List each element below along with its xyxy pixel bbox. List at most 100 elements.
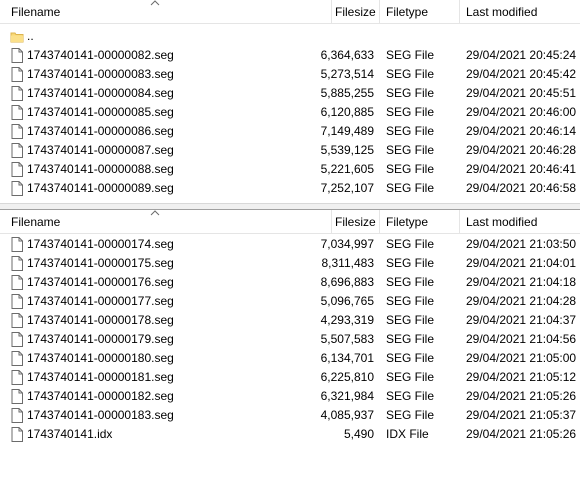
sort-ascending-icon [150, 210, 160, 216]
file-modified: 29/04/2021 20:46:28 [466, 143, 577, 157]
file-size: 6,225,810 [320, 370, 374, 384]
file-row[interactable]: 1743740141-00000087.seg 5,539,125 SEG File… [0, 141, 580, 160]
file-row[interactable]: 1743740141-00000178.seg 4,293,319 SEG File… [0, 311, 580, 330]
file-modified: 29/04/2021 21:04:28 [466, 294, 577, 308]
file-size: 4,293,319 [320, 313, 374, 327]
column-divider[interactable] [459, 0, 460, 24]
column-divider[interactable] [379, 210, 380, 234]
file-size: 8,311,483 [321, 256, 375, 270]
file-name: 1743740141-00000181.seg [27, 370, 174, 384]
file-row[interactable]: 1743740141-00000089.seg 7,252,107 SEG File… [0, 179, 580, 198]
file-name: 1743740141-00000183.seg [27, 408, 174, 422]
file-row[interactable]: 1743740141-00000182.seg 6,321,984 SEG File… [0, 387, 580, 406]
file-icon [11, 67, 23, 82]
column-header-row: Filename Filesize Filetype Last modified [0, 210, 580, 234]
file-modified: 29/04/2021 20:45:24 [466, 48, 577, 62]
file-size: 5,096,765 [320, 294, 374, 308]
file-icon [11, 408, 23, 423]
empty-area [0, 450, 580, 492]
file-type: SEG File [386, 237, 435, 251]
file-type: SEG File [386, 124, 435, 138]
parent-directory-label: .. [27, 29, 34, 43]
file-modified: 29/04/2021 21:05:26 [466, 427, 577, 441]
file-modified: 29/04/2021 21:05:00 [466, 351, 577, 365]
file-size: 7,252,107 [320, 181, 374, 195]
column-header-filename[interactable]: Filename [11, 0, 60, 24]
file-modified: 29/04/2021 21:04:01 [466, 256, 577, 270]
column-header-filetype[interactable]: Filetype [386, 210, 428, 234]
file-name: 1743740141-00000085.seg [27, 105, 174, 119]
file-icon [11, 181, 23, 196]
file-name: 1743740141-00000088.seg [27, 162, 174, 176]
file-modified: 29/04/2021 21:05:12 [466, 370, 577, 384]
file-type: SEG File [386, 275, 435, 289]
file-size: 5,539,125 [320, 143, 374, 157]
file-row[interactable]: 1743740141-00000083.seg 5,273,514 SEG File… [0, 65, 580, 84]
file-row[interactable]: 1743740141-00000181.seg 6,225,810 SEG File… [0, 368, 580, 387]
file-row[interactable]: 1743740141-00000177.seg 5,096,765 SEG File… [0, 292, 580, 311]
file-size: 6,321,984 [320, 389, 374, 403]
file-row[interactable]: 1743740141-00000179.seg 5,507,583 SEG File… [0, 330, 580, 349]
file-row[interactable]: 1743740141-00000176.seg 8,696,883 SEG File… [0, 273, 580, 292]
column-divider[interactable] [331, 210, 332, 234]
file-icon [11, 313, 23, 328]
file-icon [11, 294, 23, 309]
file-icon [11, 389, 23, 404]
file-size: 8,696,883 [320, 275, 374, 289]
file-icon [11, 162, 23, 177]
pane-splitter[interactable] [0, 203, 580, 210]
file-row[interactable]: 1743740141.idx 5,490 IDX File 29/04/2021 21… [0, 425, 580, 444]
file-icon [11, 351, 23, 366]
file-type: SEG File [386, 143, 435, 157]
column-header-last-modified[interactable]: Last modified [466, 0, 537, 24]
file-size: 5,221,605 [320, 162, 374, 176]
file-modified: 29/04/2021 20:46:41 [466, 162, 577, 176]
file-icon [11, 143, 23, 158]
column-header-row: Filename Filesize Filetype Last modified [0, 0, 580, 24]
file-type: SEG File [386, 332, 435, 346]
column-header-filesize[interactable]: Filesize [335, 210, 376, 234]
file-modified: 29/04/2021 21:05:37 [466, 408, 577, 422]
file-size: 6,120,885 [320, 105, 374, 119]
file-row[interactable]: 1743740141-00000175.seg 8,311,483 SEG File… [0, 254, 580, 273]
file-modified: 29/04/2021 21:05:26 [466, 389, 577, 403]
file-name: 1743740141-00000178.seg [27, 313, 174, 327]
file-type: SEG File [386, 256, 435, 270]
file-name: 1743740141-00000177.seg [27, 294, 174, 308]
file-name: 1743740141-00000182.seg [27, 389, 174, 403]
file-row[interactable]: 1743740141-00000088.seg 5,221,605 SEG File… [0, 160, 580, 179]
file-type: SEG File [386, 105, 435, 119]
file-type: SEG File [386, 408, 435, 422]
file-icon [11, 427, 23, 442]
parent-directory-row[interactable]: .. [0, 27, 580, 46]
column-header-filesize[interactable]: Filesize [335, 0, 376, 24]
file-row[interactable]: 1743740141-00000086.seg 7,149,489 SEG File… [0, 122, 580, 141]
file-row[interactable]: 1743740141-00000183.seg 4,085,937 SEG File… [0, 406, 580, 425]
file-name: 1743740141-00000084.seg [27, 86, 174, 100]
file-modified: 29/04/2021 20:46:00 [466, 105, 577, 119]
sort-ascending-icon [150, 0, 160, 6]
column-header-filename[interactable]: Filename [11, 210, 60, 234]
file-row[interactable]: 1743740141-00000085.seg 6,120,885 SEG File… [0, 103, 580, 122]
file-size: 5,273,514 [320, 67, 374, 81]
column-divider[interactable] [331, 0, 332, 24]
file-name: 1743740141-00000180.seg [27, 351, 174, 365]
file-row[interactable]: 1743740141-00000180.seg 6,134,701 SEG File… [0, 349, 580, 368]
column-divider[interactable] [459, 210, 460, 234]
file-modified: 29/04/2021 21:04:37 [466, 313, 577, 327]
column-divider[interactable] [379, 0, 380, 24]
file-type: SEG File [386, 389, 435, 403]
file-size: 7,149,489 [320, 124, 374, 138]
file-type: SEG File [386, 313, 435, 327]
file-icon [11, 86, 23, 101]
file-name: 1743740141-00000086.seg [27, 124, 174, 138]
file-row[interactable]: 1743740141-00000084.seg 5,885,255 SEG File… [0, 84, 580, 103]
file-row[interactable]: 1743740141-00000082.seg 6,364,633 SEG File… [0, 46, 580, 65]
column-header-last-modified[interactable]: Last modified [466, 210, 537, 234]
file-row[interactable]: 1743740141-00000174.seg 7,034,997 SEG File… [0, 235, 580, 254]
file-size: 4,085,937 [320, 408, 374, 422]
file-size: 6,134,701 [320, 351, 374, 365]
file-name: 1743740141-00000082.seg [27, 48, 174, 62]
file-rows: 1743740141-00000174.seg 7,034,997 SEG File… [0, 234, 580, 444]
column-header-filetype[interactable]: Filetype [386, 0, 428, 24]
